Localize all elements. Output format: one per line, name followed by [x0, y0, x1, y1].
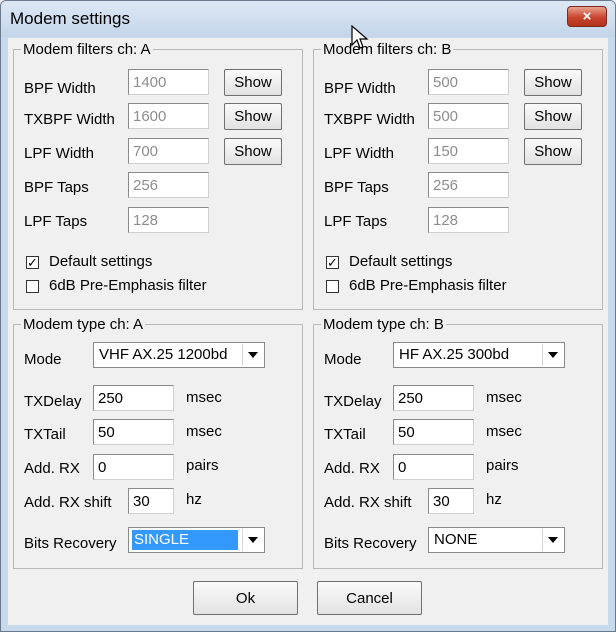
txtail-label-b: TXTail [324, 426, 366, 443]
mode-select-b[interactable]: HF AX.25 300bd [393, 342, 565, 368]
lpf-taps-input-a[interactable] [128, 207, 209, 233]
bits-recovery-value-a: SINGLE [132, 530, 238, 550]
add-rx-shift-input-b[interactable] [428, 488, 474, 514]
add-rx-shift-unit-a: hz [186, 491, 202, 508]
type-a-legend: Modem type ch: A [21, 316, 146, 333]
chevron-down-icon[interactable] [542, 529, 563, 551]
bpf-taps-input-a[interactable] [128, 172, 209, 198]
bpf-width-input-b[interactable] [428, 69, 509, 95]
add-rx-shift-label-a: Add. RX shift [24, 494, 112, 511]
bits-recovery-label-b: Bits Recovery [324, 535, 417, 552]
type-group-b: Modem type ch: B Mode HF AX.25 300bd TXD… [313, 316, 603, 569]
lpf-width-input-b[interactable] [428, 138, 509, 164]
bpf-width-show-button-b[interactable]: Show [524, 69, 582, 96]
lpf-width-show-button-a[interactable]: Show [224, 138, 282, 165]
checkmark-icon: ✓ [27, 255, 38, 270]
preemphasis-checkbox-a[interactable] [26, 280, 39, 293]
txbpf-width-input-a[interactable] [128, 103, 209, 129]
add-rx-shift-input-a[interactable] [128, 488, 174, 514]
preemphasis-label-b: 6dB Pre-Emphasis filter [349, 277, 507, 294]
add-rx-shift-unit-b: hz [486, 491, 502, 508]
dialog-client-area: Modem filters ch: A BPF Width Show TXBPF… [8, 38, 608, 625]
window-title: Modem settings [10, 9, 130, 28]
filters-b-legend: Modem filters ch: B [321, 41, 454, 58]
add-rx-label-b: Add. RX [324, 460, 380, 477]
add-rx-input-b[interactable] [393, 454, 474, 480]
type-b-legend: Modem type ch: B [321, 316, 446, 333]
close-icon: × [582, 8, 592, 25]
add-rx-unit-a: pairs [186, 457, 219, 474]
bits-recovery-select-b[interactable]: NONE [428, 527, 565, 553]
mode-label-a: Mode [24, 351, 62, 368]
default-settings-label-a: Default settings [49, 253, 153, 270]
add-rx-label-a: Add. RX [24, 460, 80, 477]
bpf-width-input-a[interactable] [128, 69, 209, 95]
chevron-down-icon[interactable] [542, 344, 563, 366]
bpf-taps-input-b[interactable] [428, 172, 509, 198]
filters-a-legend: Modem filters ch: A [21, 41, 153, 58]
txdelay-input-a[interactable] [93, 385, 174, 411]
chevron-down-icon[interactable] [242, 529, 263, 551]
ok-button[interactable]: Ok [193, 581, 298, 615]
txdelay-label-a: TXDelay [24, 393, 82, 410]
bits-recovery-label-a: Bits Recovery [24, 535, 117, 552]
bpf-width-label-b: BPF Width [324, 80, 396, 97]
lpf-width-input-a[interactable] [128, 138, 209, 164]
bpf-taps-label-b: BPF Taps [324, 179, 389, 196]
mode-label-b: Mode [324, 351, 362, 368]
lpf-taps-label-a: LPF Taps [24, 213, 88, 230]
type-group-a: Modem type ch: A Mode VHF AX.25 1200bd T… [13, 316, 303, 569]
default-settings-label-b: Default settings [349, 253, 453, 270]
add-rx-shift-label-b: Add. RX shift [324, 494, 412, 511]
txdelay-input-b[interactable] [393, 385, 474, 411]
txbpf-width-input-b[interactable] [428, 103, 509, 129]
bpf-width-show-button-a[interactable]: Show [224, 69, 282, 96]
lpf-width-label-a: LPF Width [24, 145, 95, 162]
mouse-cursor-icon [351, 25, 369, 49]
txdelay-unit-b: msec [486, 389, 522, 406]
mode-value-b: HF AX.25 300bd [399, 346, 510, 363]
txtail-label-a: TXTail [24, 426, 66, 443]
bits-recovery-select-a[interactable]: SINGLE [128, 527, 265, 553]
lpf-width-label-b: LPF Width [324, 145, 395, 162]
preemphasis-checkbox-b[interactable] [326, 280, 339, 293]
txbpf-width-show-button-a[interactable]: Show [224, 103, 282, 130]
txtail-unit-b: msec [486, 423, 522, 440]
lpf-width-show-button-b[interactable]: Show [524, 138, 582, 165]
lpf-taps-input-b[interactable] [428, 207, 509, 233]
txbpf-width-label-a: TXBPF Width [24, 111, 115, 128]
lpf-taps-label-b: LPF Taps [324, 213, 388, 230]
default-settings-checkbox-b[interactable]: ✓ [326, 256, 339, 269]
checkmark-icon: ✓ [327, 255, 338, 270]
txdelay-unit-a: msec [186, 389, 222, 406]
txtail-unit-a: msec [186, 423, 222, 440]
txbpf-width-label-b: TXBPF Width [324, 111, 415, 128]
preemphasis-label-a: 6dB Pre-Emphasis filter [49, 277, 207, 294]
bits-recovery-value-b: NONE [434, 531, 478, 548]
chevron-down-icon[interactable] [242, 344, 263, 366]
cancel-button[interactable]: Cancel [317, 581, 422, 615]
add-rx-input-a[interactable] [93, 454, 174, 480]
bpf-width-label-a: BPF Width [24, 80, 96, 97]
close-button[interactable]: × [567, 6, 607, 27]
mode-select-a[interactable]: VHF AX.25 1200bd [93, 342, 265, 368]
txbpf-width-show-button-b[interactable]: Show [524, 103, 582, 130]
title-bar[interactable]: Modem settings × [1, 1, 615, 37]
modem-settings-window: Modem settings × Modem filters ch: A BPF… [0, 0, 616, 632]
mode-value-a: VHF AX.25 1200bd [99, 346, 228, 363]
filters-group-b: Modem filters ch: B BPF Width Show TXBPF… [313, 41, 603, 310]
txdelay-label-b: TXDelay [324, 393, 382, 410]
filters-group-a: Modem filters ch: A BPF Width Show TXBPF… [13, 41, 303, 310]
txtail-input-a[interactable] [93, 419, 174, 445]
add-rx-unit-b: pairs [486, 457, 519, 474]
bpf-taps-label-a: BPF Taps [24, 179, 89, 196]
default-settings-checkbox-a[interactable]: ✓ [26, 256, 39, 269]
txtail-input-b[interactable] [393, 419, 474, 445]
